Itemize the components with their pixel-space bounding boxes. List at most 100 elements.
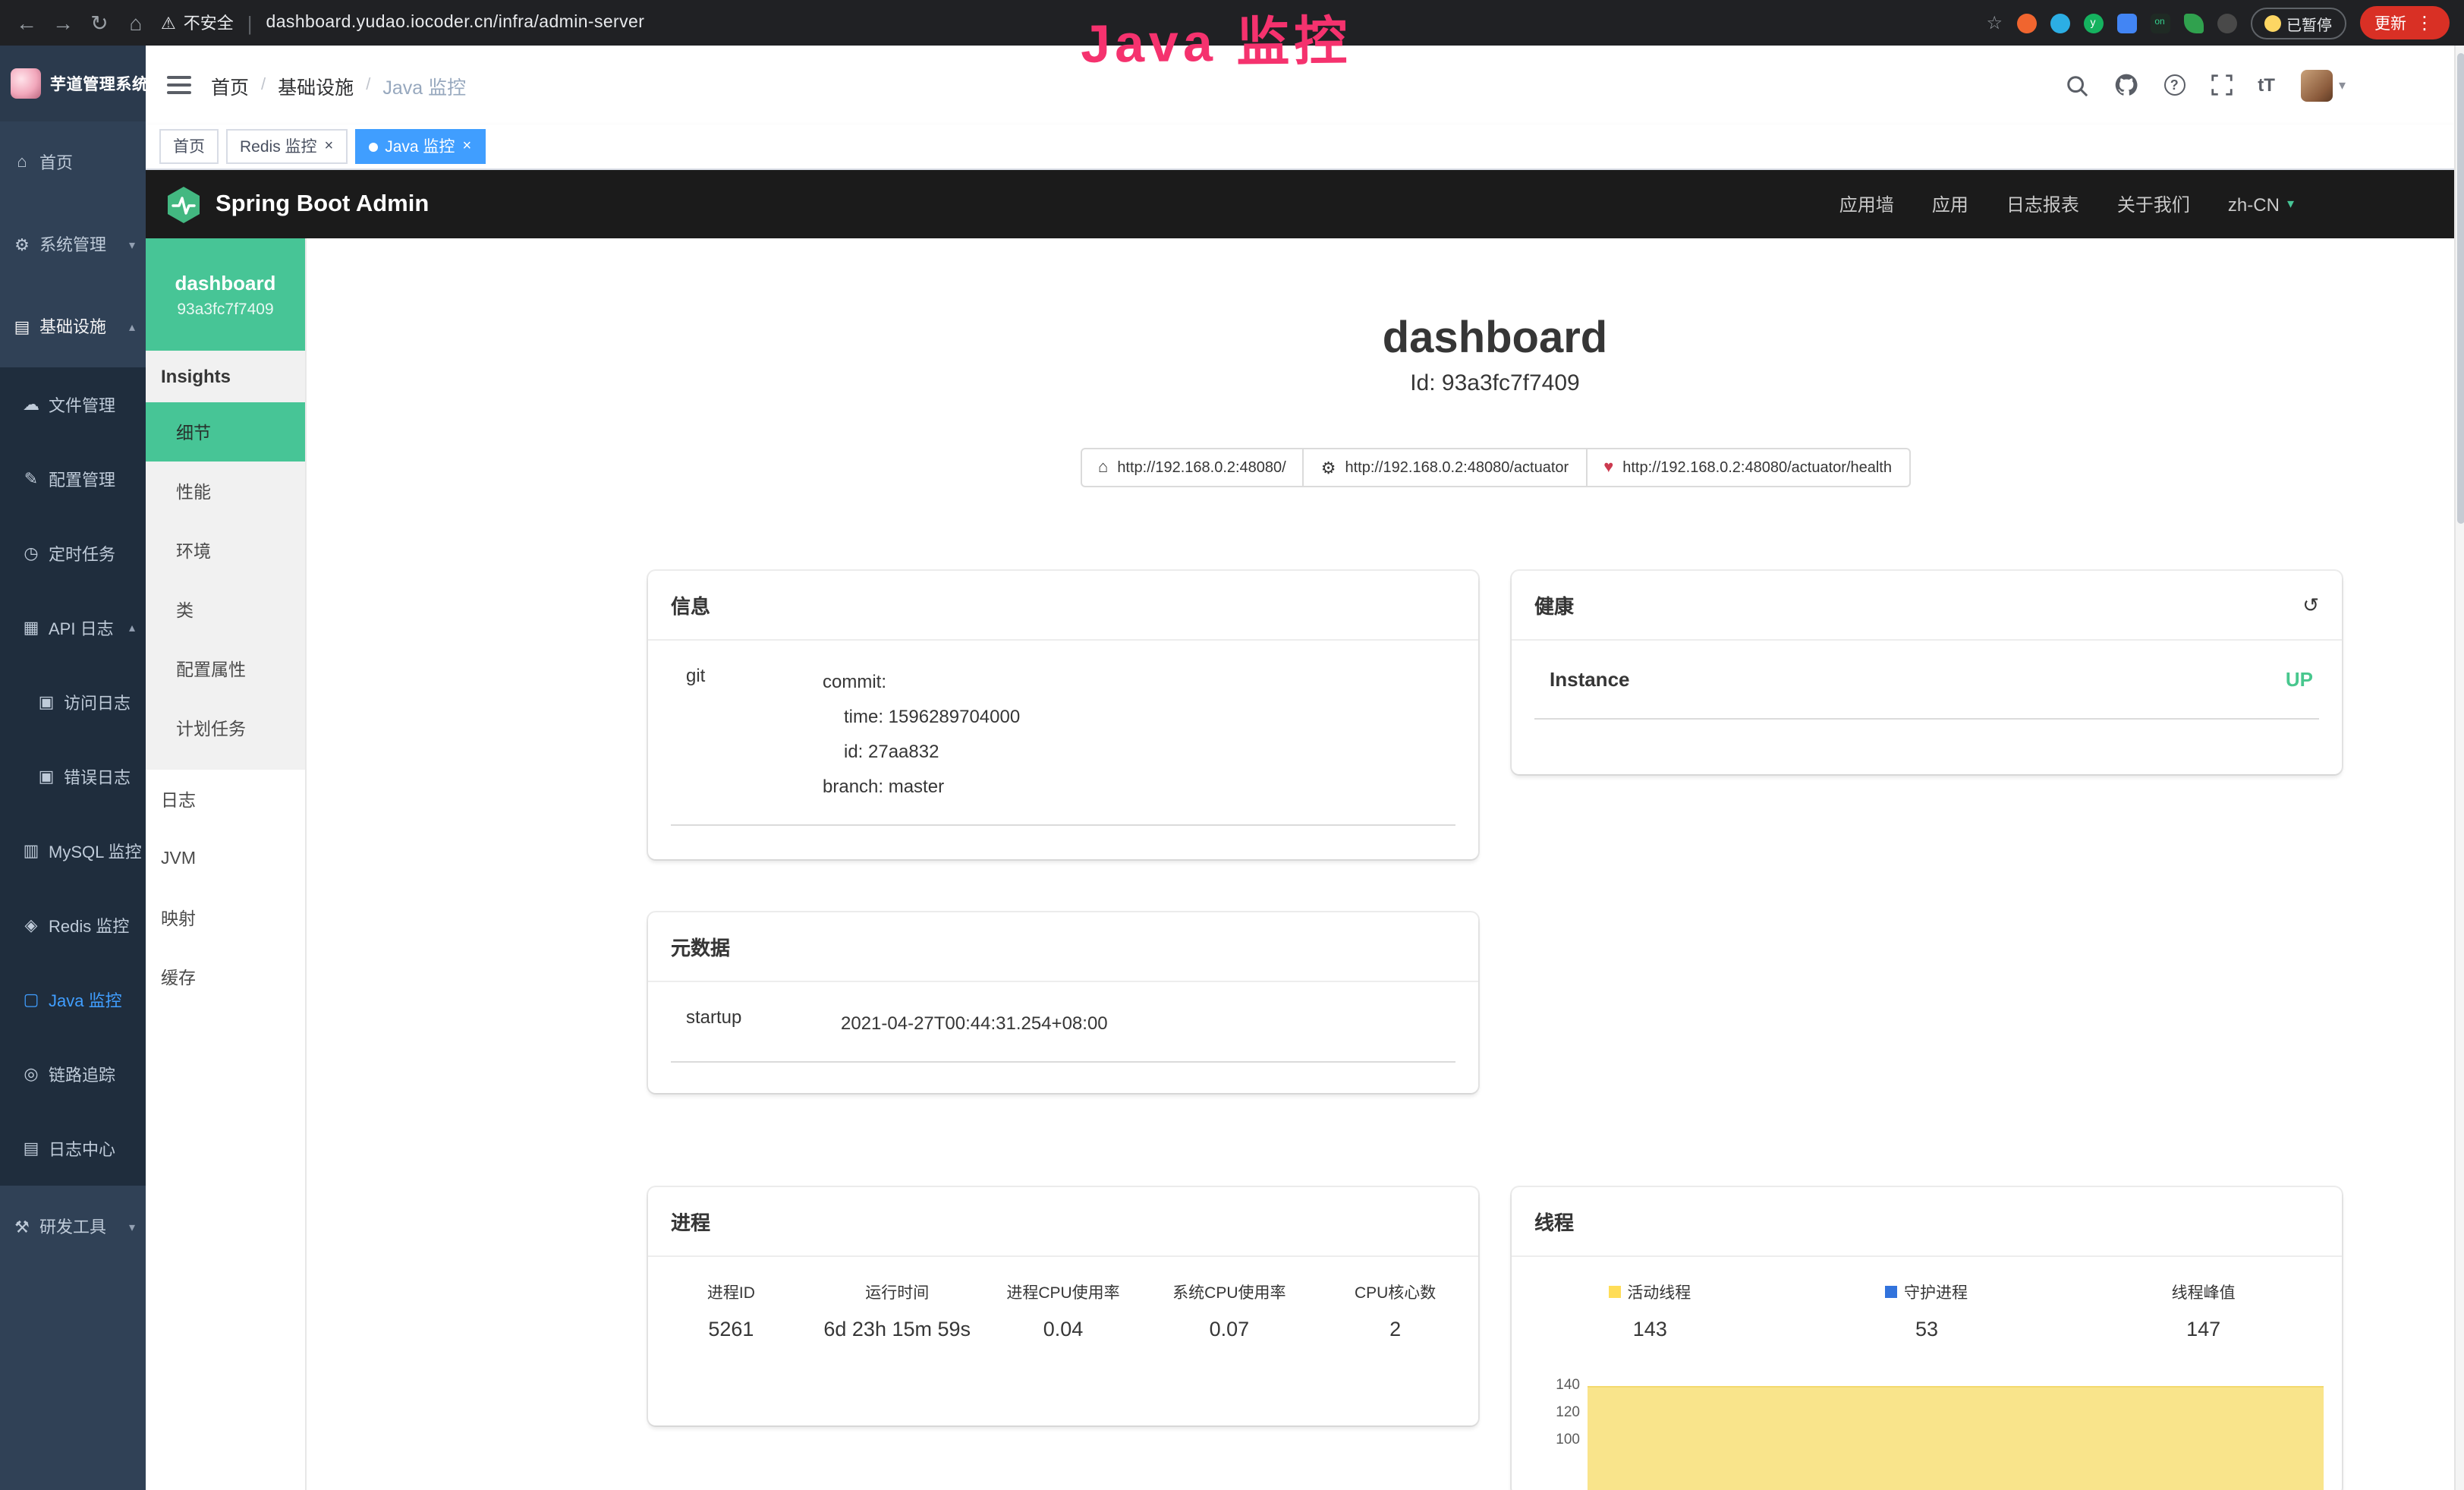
fullscreen-icon[interactable]	[2211, 74, 2232, 96]
github-icon[interactable]	[2113, 73, 2138, 97]
live-threads-swatch-icon	[1609, 1287, 1621, 1299]
info-row-label: git	[671, 666, 823, 805]
sidebar-item-home[interactable]: ⌂ 首页	[0, 121, 146, 203]
sba-menu-scheduled-tasks[interactable]: 计划任务	[146, 698, 305, 758]
card-title: 元数据	[671, 933, 730, 962]
search-icon[interactable]	[2065, 74, 2088, 96]
sidebar-item-system-management[interactable]: ⚙ 系统管理 ▾	[0, 203, 146, 285]
chrome-menu-icon[interactable]: ⋮	[2415, 12, 2434, 33]
sidebar-item-error-logs[interactable]: ▣ 错误日志	[0, 739, 146, 814]
site-security-chip[interactable]: ⚠ 不安全	[161, 11, 234, 35]
forward-icon[interactable]: →	[52, 12, 74, 33]
sba-nav-wallboard[interactable]: 应用墙	[1839, 191, 1894, 217]
log-icon: ▣	[36, 692, 56, 712]
sba-menu-mappings[interactable]: 映射	[146, 888, 305, 947]
green-extension-icon[interactable]: y	[2083, 13, 2103, 33]
sidebar-item-java-monitor[interactable]: ▢ Java 监控	[0, 962, 146, 1037]
leaf-extension-icon[interactable]	[2183, 13, 2203, 33]
sba-menu-label: 细节	[176, 420, 211, 444]
process-stats: 进程ID 5261 运行时间 6d 23h 15m 59s	[648, 1258, 1478, 1426]
sidebar-item-label: 基础设施	[39, 314, 106, 339]
tag-java-monitor[interactable]: Java 监控 ×	[354, 129, 485, 164]
sidebar-item-link-tracing[interactable]: ◎ 链路追踪	[0, 1037, 146, 1111]
sba-instance-header[interactable]: dashboard 93a3fc7f7409	[146, 238, 305, 351]
sidebar-item-infrastructure[interactable]: ▤ 基础设施 ▴	[0, 285, 146, 367]
sba-menu-label: 日志	[161, 787, 196, 811]
drop-extension-icon[interactable]	[2050, 13, 2069, 33]
metadata-startup-row: startup 2021-04-27T00:44:31.254+08:00	[671, 983, 1455, 1063]
home-icon[interactable]: ⌂	[124, 12, 147, 33]
monitor-icon: ▢	[21, 990, 41, 1010]
address-url[interactable]: dashboard.yudao.iocoder.cn/infra/admin-s…	[266, 14, 645, 32]
actuator-url-button[interactable]: ⚙ http://192.168.0.2:48080/actuator	[1303, 449, 1587, 488]
sba-locale-select[interactable]: zh-CN ▾	[2228, 194, 2294, 215]
health-instance-row[interactable]: Instance UP	[1534, 641, 2319, 720]
sidebar-item-scheduled-tasks[interactable]: ◷ 定时任务	[0, 516, 146, 591]
bookmark-star-icon[interactable]: ☆	[1986, 12, 2003, 33]
sba-nav-about[interactable]: 关于我们	[2117, 191, 2190, 217]
reload-icon[interactable]: ↻	[88, 12, 111, 33]
font-size-icon[interactable]: tT	[2258, 74, 2275, 96]
on-badge-extension-icon[interactable]: on	[2150, 13, 2170, 33]
card-title: 健康	[1534, 591, 1574, 620]
metadata-row-label: startup	[671, 1007, 841, 1042]
health-url-button[interactable]: ♥ http://192.168.0.2:48080/actuator/heal…	[1585, 449, 1910, 488]
actuator-url: http://192.168.0.2:48080/actuator	[1345, 460, 1569, 477]
sidebar-item-label: 系统管理	[39, 232, 106, 257]
history-icon[interactable]: ↺	[2302, 594, 2319, 618]
paw-extension-icon[interactable]	[2217, 13, 2236, 33]
sba-menu-logs[interactable]: 日志	[146, 770, 305, 829]
help-icon[interactable]: ?	[2163, 74, 2185, 96]
sba-menu-metrics[interactable]: 性能	[146, 461, 305, 521]
sidebar-item-redis-monitor[interactable]: ◈ Redis 监控	[0, 888, 146, 962]
breadcrumb-infrastructure[interactable]: 基础设施	[278, 71, 354, 99]
legend-value: 143	[1512, 1318, 1789, 1341]
user-menu[interactable]: ▾	[2301, 69, 2346, 101]
sidebar-item-log-center[interactable]: ▤ 日志中心	[0, 1111, 146, 1186]
sidebar-item-mysql-monitor[interactable]: ▥ MySQL 监控	[0, 814, 146, 888]
tag-home[interactable]: 首页	[159, 129, 219, 164]
tools-icon: ⚒	[12, 1217, 32, 1236]
sba-menu-configprops[interactable]: 配置属性	[146, 639, 305, 698]
sba-menu-environment[interactable]: 环境	[146, 521, 305, 580]
metadata-card-title: 元数据	[648, 913, 1478, 983]
flame-extension-icon[interactable]	[2016, 13, 2036, 33]
sba-menu-jvm[interactable]: JVM	[146, 829, 305, 888]
sba-menu-caches[interactable]: 缓存	[146, 947, 305, 1006]
breadcrumb-home[interactable]: 首页	[211, 71, 249, 99]
app-logo-row[interactable]: 芋道管理系统	[0, 46, 146, 121]
chrome-update-button[interactable]: 更新 ⋮	[2359, 6, 2449, 39]
stat-value: 0.04	[980, 1318, 1147, 1341]
sidebar-item-config-management[interactable]: ✎ 配置管理	[0, 442, 146, 516]
back-icon[interactable]: ←	[15, 12, 38, 33]
stat-label: CPU核心数	[1312, 1282, 1478, 1305]
sba-brand[interactable]: Spring Boot Admin	[165, 184, 429, 224]
sba-locale-label: zh-CN	[2228, 194, 2280, 215]
sidebar-item-api-logs[interactable]: ▦ API 日志 ▴	[0, 591, 146, 665]
sidebar-item-label: 错误日志	[64, 764, 131, 789]
sidebar-item-dev-tools[interactable]: ⚒ 研发工具 ▾	[0, 1186, 146, 1268]
sba-nav-journal[interactable]: 日志报表	[2006, 191, 2079, 217]
page-scrollbar[interactable]	[2453, 46, 2464, 1490]
log-center-icon: ▤	[21, 1139, 41, 1158]
sidebar-item-file-management[interactable]: ☁ 文件管理	[0, 367, 146, 442]
hamburger-icon[interactable]	[167, 76, 191, 94]
tag-redis-monitor[interactable]: Redis 监控 ×	[226, 129, 347, 164]
health-card-title: 健康 ↺	[1512, 572, 2342, 641]
sba-nav-applications[interactable]: 应用	[1932, 191, 1968, 217]
threads-chart-yaxis: 140 120 100	[1518, 1375, 1588, 1490]
close-icon[interactable]: ×	[462, 139, 471, 154]
close-icon[interactable]: ×	[325, 139, 334, 154]
process-stat-system-cpu: 系统CPU使用率 0.07	[1146, 1282, 1312, 1341]
service-url-button[interactable]: ⌂ http://192.168.0.2:48080/	[1080, 449, 1304, 488]
sba-menu-label: 配置属性	[176, 657, 246, 681]
paused-badge[interactable]: 已暂停	[2250, 7, 2346, 39]
sba-brand-label: Spring Boot Admin	[216, 191, 429, 218]
sidebar-item-access-logs[interactable]: ▣ 访问日志	[0, 665, 146, 739]
sba-menu-details[interactable]: 细节	[146, 402, 305, 461]
scrollbar-thumb[interactable]	[2456, 53, 2464, 524]
breadcrumb: 首页 / 基础设施 / Java 监控	[211, 71, 466, 99]
sba-menu-classes[interactable]: 类	[146, 580, 305, 639]
chevron-up-icon: ▴	[129, 621, 135, 635]
grid-extension-icon[interactable]	[2116, 13, 2136, 33]
